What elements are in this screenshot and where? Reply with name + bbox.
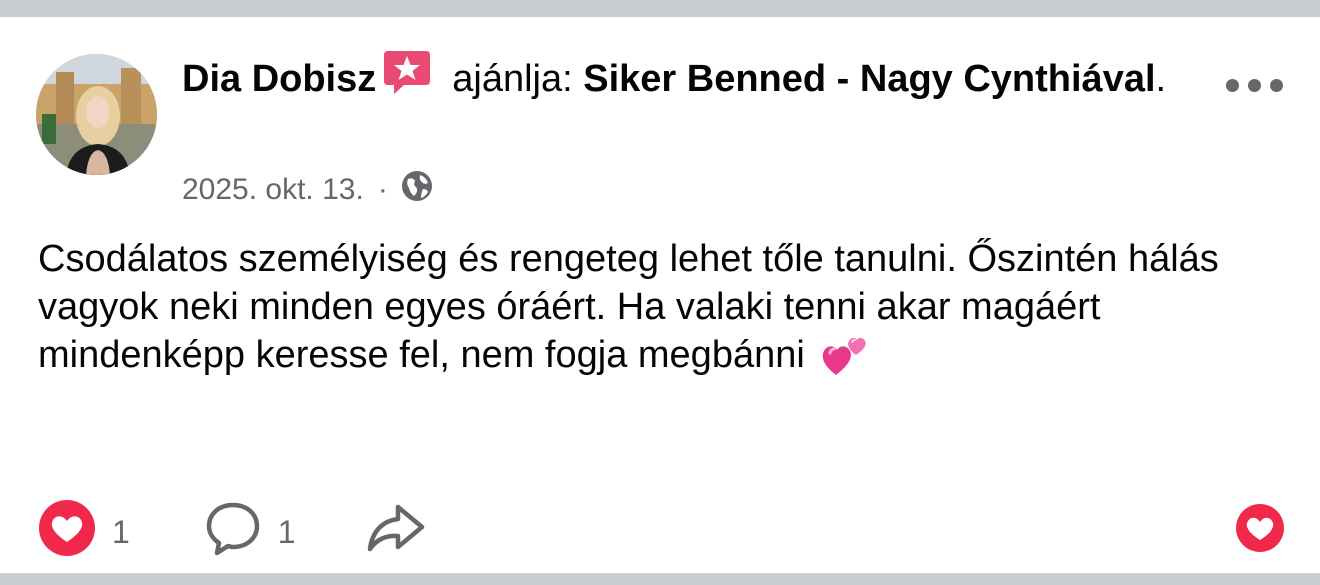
more-options-button[interactable] (1226, 79, 1283, 92)
post-header: Dia Dobisz ajánlja: Siker Benned - Nagy … (182, 47, 1182, 112)
more-dot-icon (1226, 79, 1239, 92)
author-name[interactable]: Dia Dobisz (182, 58, 376, 100)
post-actions: 1 1 (38, 499, 426, 565)
post-text: Csodálatos személyiség és rengeteg lehet… (38, 238, 1219, 376)
post-meta: 2025. okt. 13. · (182, 169, 434, 211)
post-date[interactable]: 2025. okt. 13. (182, 173, 364, 207)
like-button[interactable]: 1 (38, 499, 130, 565)
avatar[interactable] (36, 54, 157, 175)
heart-reaction-icon (1236, 504, 1284, 552)
like-count: 1 (112, 513, 130, 550)
comment-count: 1 (277, 513, 296, 550)
recommendation-badge-icon (382, 47, 432, 112)
comment-button[interactable]: 1 (204, 499, 296, 565)
more-dot-icon (1270, 79, 1283, 92)
share-icon (366, 502, 426, 562)
share-button[interactable] (366, 502, 426, 562)
bottom-divider (0, 573, 1320, 585)
recommends-label: ajánlja: (452, 58, 573, 100)
react-heart-button[interactable] (1235, 503, 1285, 558)
page-name[interactable]: Siker Benned - Nagy Cynthiával (583, 58, 1155, 100)
globe-icon (400, 169, 434, 211)
meta-separator: · (377, 173, 388, 206)
title-period: . (1155, 58, 1167, 100)
comment-icon (204, 499, 262, 565)
post-body: Csodálatos személyiség és rengeteg lehet… (38, 235, 1298, 391)
two-hearts-emoji-icon (819, 331, 869, 391)
recommendation-post: Dia Dobisz ajánlja: Siker Benned - Nagy … (0, 17, 1320, 573)
more-dot-icon (1248, 79, 1261, 92)
heart-reaction-icon (38, 499, 96, 565)
top-divider (0, 0, 1320, 17)
